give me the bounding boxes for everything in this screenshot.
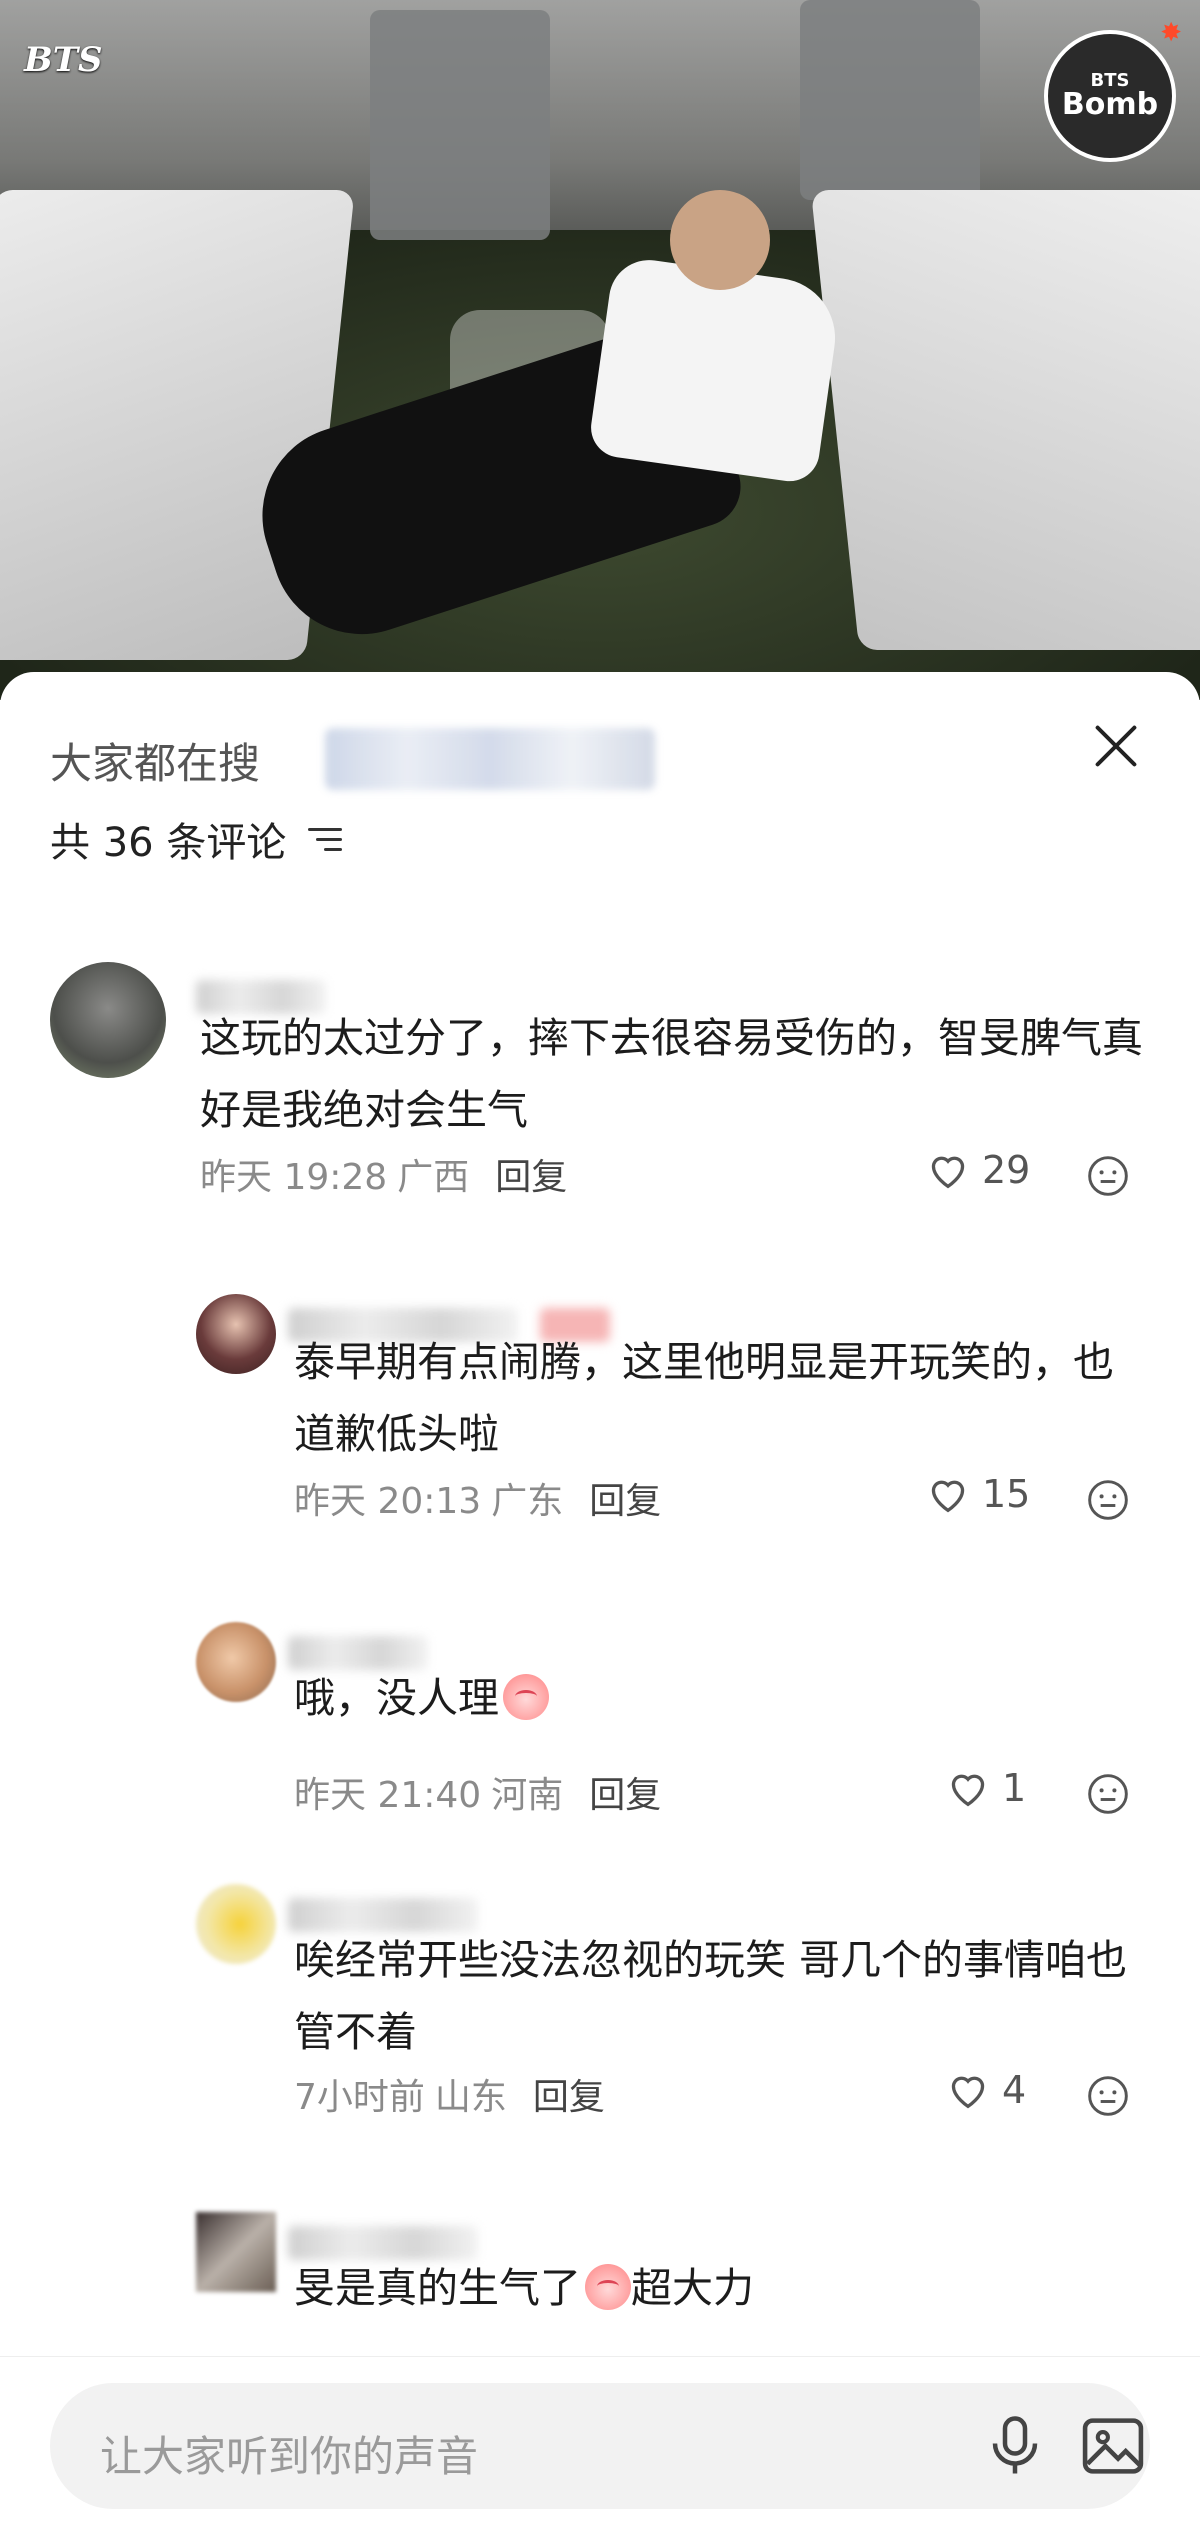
- spark-icon: ✸: [1160, 18, 1182, 48]
- like-count: 4: [1002, 2068, 1027, 2112]
- comment-item: 这玩的太过分了，摔下去很容易受伤的，智旻脾气真好是我绝对会生气 昨天 19:28…: [0, 962, 1200, 1202]
- comment-text-before: 旻是真的生气了: [294, 2264, 581, 2312]
- person-head: [670, 190, 770, 290]
- avatar[interactable]: [196, 2212, 276, 2292]
- close-icon[interactable]: [1086, 716, 1146, 776]
- comment-text: 旻是真的生气了 超大力: [294, 2252, 1134, 2324]
- video-player[interactable]: BTS BTS Bomb ✸: [0, 0, 1200, 700]
- avatar[interactable]: [196, 1622, 276, 1702]
- reply-comment-item: 泰早期有点闹腾，这里他明显是开玩笑的，也道歉低头啦 昨天 20:13 广东 回复…: [0, 1294, 1200, 1534]
- reply-button[interactable]: 回复: [533, 2068, 605, 2120]
- reaction-emoji-icon[interactable]: [1086, 1478, 1130, 1522]
- like-button[interactable]: 4: [946, 2068, 1026, 2112]
- heart-icon: [951, 2076, 985, 2109]
- comment-sheet: 大家都在搜 共 36 条评论 这玩的太过分了，摔下去很容易受伤的，智旻脾气真好是…: [0, 672, 1200, 2540]
- reply-button[interactable]: 回复: [589, 1766, 661, 1818]
- comment-input-bar: 让大家听到你的声音: [0, 2356, 1200, 2541]
- like-button[interactable]: 15: [926, 1472, 1030, 1516]
- comment-count: 共 36 条评论: [50, 820, 287, 866]
- comment-location: 山东: [434, 2077, 507, 2118]
- reply-button[interactable]: 回复: [589, 1472, 661, 1524]
- comment-text: 唉经常开些没法忽视的玩笑 哥几个的事情咱也管不着: [294, 1936, 1128, 2056]
- comment-input-placeholder: 让大家听到你的声音: [100, 2432, 479, 2481]
- filter-icon[interactable]: [308, 826, 343, 852]
- comment-time: 昨天 20:13: [294, 1481, 482, 1522]
- avatar[interactable]: [196, 1884, 276, 1964]
- chair: [370, 10, 550, 240]
- comment-meta: 昨天 21:40 河南 回复: [294, 1766, 661, 1818]
- logo-text-bottom: Bomb: [1061, 87, 1159, 122]
- reply-comment-item: 唉经常开些没法忽视的玩笑 哥几个的事情咱也管不着 7小时前 山东 回复 4: [0, 1884, 1200, 2124]
- comment-text-content: 哦，没人理: [294, 1674, 499, 1722]
- comment-meta: 昨天 20:13 广东 回复: [294, 1472, 661, 1524]
- comment-text: 哦，没人理: [294, 1662, 1134, 1734]
- comment-location: 河南: [491, 1775, 564, 1816]
- comment-text: 这玩的太过分了，摔下去很容易受伤的，智旻脾气真好是我绝对会生气: [200, 1014, 1143, 1134]
- like-count: 15: [982, 1472, 1031, 1516]
- crying-peach-emoji-icon: [503, 1674, 549, 1720]
- search-term-blurred[interactable]: [325, 728, 655, 790]
- search-hint-label[interactable]: 大家都在搜: [50, 730, 260, 791]
- comment-time: 7小时前: [294, 2077, 425, 2118]
- reaction-emoji-icon[interactable]: [1086, 1154, 1130, 1198]
- comment-location: 广东: [491, 1481, 564, 1522]
- avatar[interactable]: [50, 962, 166, 1078]
- comment-text-after: 超大力: [631, 2264, 754, 2312]
- like-count: 1: [1002, 1766, 1027, 1810]
- table-right: [810, 190, 1200, 650]
- like-count: 29: [982, 1148, 1031, 1192]
- image-icon[interactable]: [1080, 2413, 1146, 2479]
- microphone-icon[interactable]: [985, 2413, 1045, 2479]
- heart-icon: [951, 1774, 985, 1807]
- comment-time: 昨天 21:40: [294, 1775, 482, 1816]
- reply-button[interactable]: 回复: [495, 1148, 567, 1200]
- bts-logo-left: BTS: [24, 40, 103, 80]
- heart-icon: [931, 1156, 965, 1189]
- crying-peach-emoji-icon: [585, 2264, 631, 2310]
- bts-bomb-logo: BTS Bomb ✸: [1044, 20, 1182, 162]
- comment-text: 泰早期有点闹腾，这里他明显是开玩笑的，也道歉低头啦: [294, 1338, 1114, 1458]
- heart-icon: [931, 1480, 965, 1513]
- comment-meta: 7小时前 山东 回复: [294, 2068, 605, 2120]
- comment-time: 昨天 19:28: [200, 1157, 388, 1198]
- chair: [800, 0, 980, 200]
- comment-meta: 昨天 19:28 广西 回复: [200, 1148, 567, 1200]
- reply-comment-item: 旻是真的生气了 超大力: [0, 2212, 1200, 2362]
- reaction-emoji-icon[interactable]: [1086, 2074, 1130, 2118]
- reaction-emoji-icon[interactable]: [1086, 1772, 1130, 1816]
- reply-comment-item: 哦，没人理 昨天 21:40 河南 回复 1: [0, 1622, 1200, 1816]
- comment-location: 广西: [397, 1157, 470, 1198]
- avatar[interactable]: [196, 1294, 276, 1374]
- comment-count-row: 共 36 条评论: [50, 810, 343, 868]
- like-button[interactable]: 29: [926, 1148, 1030, 1192]
- comment-input[interactable]: 让大家听到你的声音: [50, 2383, 1150, 2509]
- like-button[interactable]: 1: [946, 1766, 1026, 1810]
